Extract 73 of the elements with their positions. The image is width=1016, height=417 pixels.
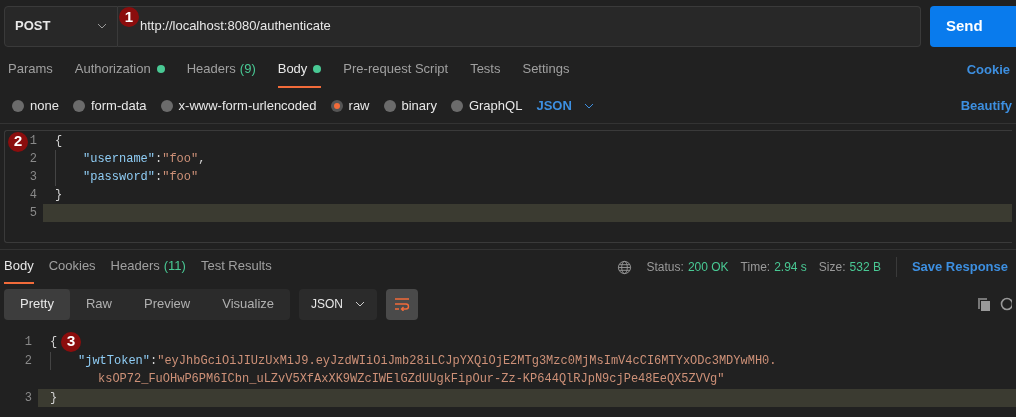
line-number: 4 bbox=[29, 187, 37, 204]
count: (9) bbox=[239, 60, 256, 79]
beautify-link[interactable]: Beautify bbox=[960, 95, 1012, 116]
tab[interactable]: Body bbox=[4, 250, 34, 284]
annotation-marker: 1 bbox=[119, 6, 139, 27]
save-response-button[interactable]: Save Response bbox=[911, 257, 1008, 277]
json-string: ksOP72_FuOHwP6PM6ICbn_uLZvV5XfAxXK9WZcIWElGZdUUgkFipOur-Zz-KP644QlRJpN9cjPe48EeQX5ZVVg" bbox=[98, 371, 725, 389]
json-punctuation: { bbox=[50, 334, 58, 352]
json-punctuation: } bbox=[50, 389, 58, 407]
chevron-down-icon bbox=[583, 102, 594, 109]
tab[interactable]: Headers (9) bbox=[186, 52, 256, 88]
status-label: Time: bbox=[740, 259, 771, 276]
json-string: "foo" bbox=[162, 169, 199, 186]
json-key: "jwtToken" bbox=[78, 351, 150, 370]
line-number: 2 bbox=[29, 151, 37, 168]
radio-option[interactable]: form-data bbox=[72, 95, 147, 116]
line-number: 2 bbox=[24, 352, 32, 370]
wrap-icon bbox=[394, 297, 411, 311]
json-string: "foo" bbox=[162, 151, 199, 168]
globe-icon bbox=[616, 259, 632, 275]
tab[interactable]: Authorization bbox=[74, 52, 165, 88]
radio-option[interactable]: x-www-form-urlencoded bbox=[160, 95, 317, 116]
chevron-down-icon bbox=[355, 301, 366, 307]
tab[interactable]: Params bbox=[8, 52, 53, 88]
json-string: "eyJhbGciOiJIUzUxMiJ9.eyJzdWIiOiJmb28iLCJpYXQiOjE2MTg3Mzc0MjMsImV4cCI6MTYxODc3MDYwMH0. bbox=[157, 352, 777, 370]
radio-option[interactable]: binary bbox=[383, 95, 437, 116]
tab[interactable]: Settings bbox=[522, 52, 570, 88]
radio-option[interactable]: raw bbox=[330, 95, 370, 116]
line-number: 1 bbox=[24, 334, 32, 352]
status-value: 2.94 s bbox=[774, 259, 807, 276]
send-button[interactable]: Send bbox=[930, 5, 1016, 47]
url-input[interactable]: http://localhost:8080/authenticate bbox=[140, 16, 920, 36]
line-number: 3 bbox=[24, 389, 32, 407]
view-mode-tab[interactable]: Pretty bbox=[4, 288, 70, 320]
json-punctuation: } bbox=[55, 187, 63, 204]
view-mode-tab[interactable]: Visualize bbox=[206, 288, 291, 320]
chevron-down-icon bbox=[97, 23, 107, 29]
json-key: "password" bbox=[83, 168, 155, 186]
format-select[interactable]: JSON bbox=[299, 288, 378, 320]
cookies-link[interactable]: Cookie bbox=[966, 60, 1010, 80]
tab[interactable]: Pre-request Script bbox=[343, 52, 449, 88]
tab[interactable]: Headers (11) bbox=[110, 250, 186, 284]
status-label: Size: bbox=[818, 259, 846, 276]
copy-icon[interactable] bbox=[977, 296, 991, 312]
language-select[interactable]: JSON bbox=[536, 95, 594, 116]
json-punctuation: : bbox=[155, 169, 163, 186]
code-editor[interactable]: 1 { 2 "username":"foo", 3 "password":"foo" 4 } 5 2 bbox=[4, 130, 1012, 243]
wrap-lines-button[interactable] bbox=[386, 288, 419, 320]
tab[interactable]: Body bbox=[277, 52, 322, 88]
annotation-marker: 2 bbox=[8, 132, 28, 152]
url-field[interactable]: 1 http://localhost:8080/authenticate bbox=[118, 5, 921, 47]
status-value: 532 B bbox=[849, 259, 881, 276]
json-punctuation: , bbox=[198, 151, 206, 168]
view-mode-tab[interactable]: Preview bbox=[128, 288, 207, 320]
line-number: 5 bbox=[29, 205, 37, 222]
method-select[interactable]: POST bbox=[4, 5, 118, 47]
json-punctuation: : bbox=[155, 151, 163, 168]
radio-option[interactable]: none bbox=[12, 95, 59, 116]
tab[interactable]: Tests bbox=[470, 52, 501, 88]
status-value: 200 OK bbox=[687, 259, 729, 276]
view-mode-tab[interactable]: Raw bbox=[69, 288, 128, 320]
annotation-marker: 3 bbox=[61, 332, 81, 352]
tab[interactable]: Test Results bbox=[200, 250, 272, 284]
json-punctuation: { bbox=[55, 133, 63, 150]
json-key: "username" bbox=[83, 150, 155, 168]
line-number: 1 bbox=[29, 133, 37, 150]
json-punctuation: : bbox=[150, 352, 158, 370]
status-label: Status: bbox=[646, 259, 684, 276]
search-icon[interactable] bbox=[1000, 296, 1012, 312]
count: (11) bbox=[163, 257, 186, 276]
line-number: 3 bbox=[29, 169, 37, 186]
tab[interactable]: Cookies bbox=[48, 250, 96, 284]
radio-option[interactable]: GraphQL bbox=[450, 95, 523, 116]
